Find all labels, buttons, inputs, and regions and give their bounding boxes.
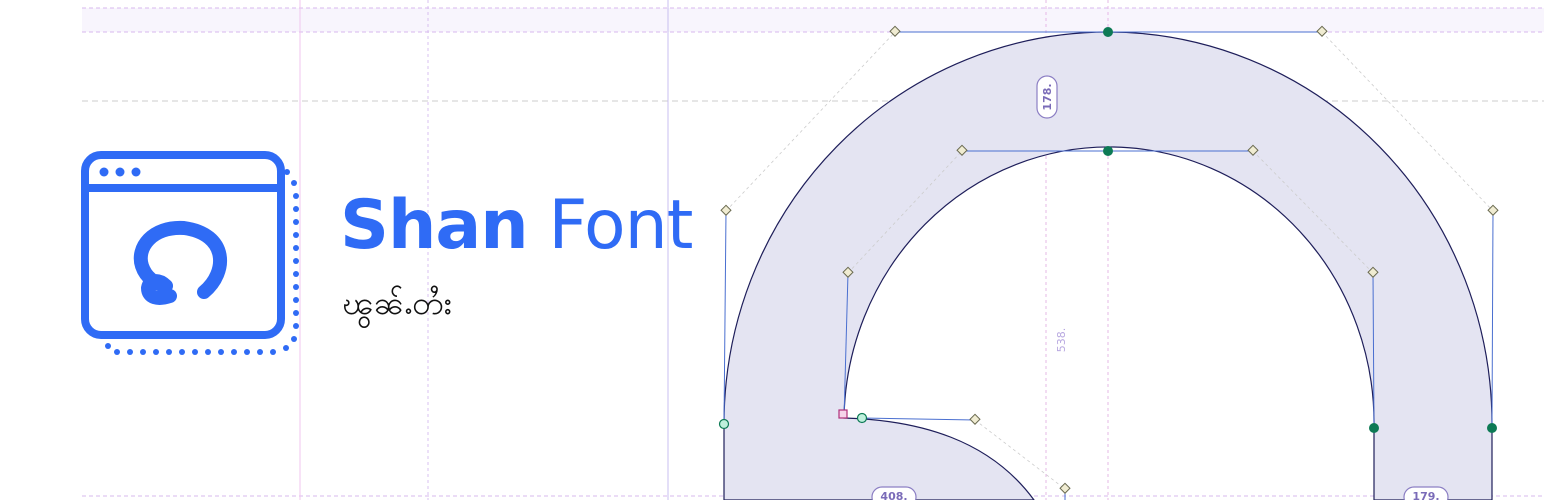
measurement-counter-label: 538.	[1055, 328, 1068, 353]
brand-name-bold: Shan	[340, 186, 529, 265]
window-dots	[99, 167, 141, 177]
curve-node[interactable]	[1103, 146, 1113, 156]
measurement-bottom-right-label: 179.	[1412, 490, 1439, 500]
curve-node[interactable]	[1103, 27, 1113, 37]
handle-point[interactable]	[720, 204, 732, 216]
corner-node[interactable]	[838, 409, 848, 419]
browser-window-glyph-icon	[81, 151, 299, 355]
smooth-node[interactable]	[856, 412, 868, 424]
brand-title: Shan Font	[340, 186, 693, 266]
smooth-node[interactable]	[718, 418, 730, 430]
measurement-top: 178.	[1036, 75, 1058, 119]
handle-point[interactable]	[1059, 482, 1071, 494]
curve-node[interactable]	[1487, 423, 1497, 433]
banner: 178. 538. 408. 179. Shan Font ၽွၼ်ႉတႆး	[0, 0, 1544, 500]
measurement-bottom-left: 408.	[871, 486, 917, 500]
handle-point[interactable]	[969, 413, 981, 425]
measurement-bottom-left-label: 408.	[880, 490, 907, 500]
measurement-bottom-right: 179.	[1403, 486, 1449, 500]
curve-node[interactable]	[1369, 423, 1379, 433]
measurement-top-label: 178.	[1041, 83, 1054, 110]
window-frame	[81, 151, 285, 339]
brand-subtitle: ၽွၼ်ႉတႆး	[342, 284, 452, 322]
brand-name-light: Font	[548, 186, 693, 265]
